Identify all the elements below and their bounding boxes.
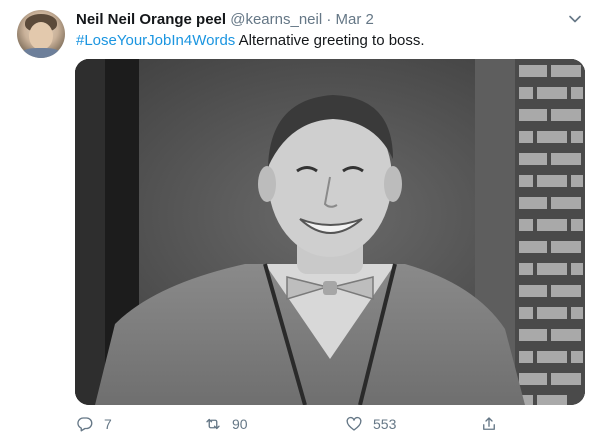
tweet-text: #LoseYourJobIn4Words Alternative greetin… (76, 31, 425, 51)
tweet[interactable]: Neil Neil Orange peel @kearns_neil · Mar… (0, 0, 600, 442)
tweet-actions: 7 90 553 (76, 412, 586, 436)
like-count: 553 (373, 416, 397, 432)
retweet-icon (206, 418, 220, 430)
avatar-face (29, 22, 53, 50)
photo-placeholder (75, 59, 585, 405)
author-handle[interactable]: @kearns_neil (230, 11, 322, 28)
heart-icon (346, 416, 362, 431)
separator-dot: · (326, 11, 332, 28)
tweet-media[interactable] (75, 59, 585, 405)
retweet-count: 90 (232, 416, 248, 432)
tweet-header: Neil Neil Orange peel @kearns_neil · Mar… (76, 10, 374, 30)
like-button[interactable]: 553 (345, 412, 396, 436)
avatar[interactable] (17, 10, 65, 58)
author-name[interactable]: Neil Neil Orange peel (76, 11, 226, 28)
tweet-date[interactable]: Mar 2 (336, 11, 374, 28)
reply-button[interactable]: 7 (76, 412, 112, 436)
share-button[interactable] (480, 412, 508, 436)
share-icon (483, 417, 495, 430)
hashtag-link[interactable]: #LoseYourJobIn4Words (76, 32, 235, 49)
chevron-down-icon[interactable] (568, 12, 582, 26)
avatar-shirt (21, 48, 61, 58)
reply-count: 7 (104, 416, 112, 432)
reply-icon (77, 417, 93, 432)
tweet-body: Alternative greeting to boss. (235, 32, 425, 49)
retweet-button[interactable]: 90 (204, 412, 248, 436)
